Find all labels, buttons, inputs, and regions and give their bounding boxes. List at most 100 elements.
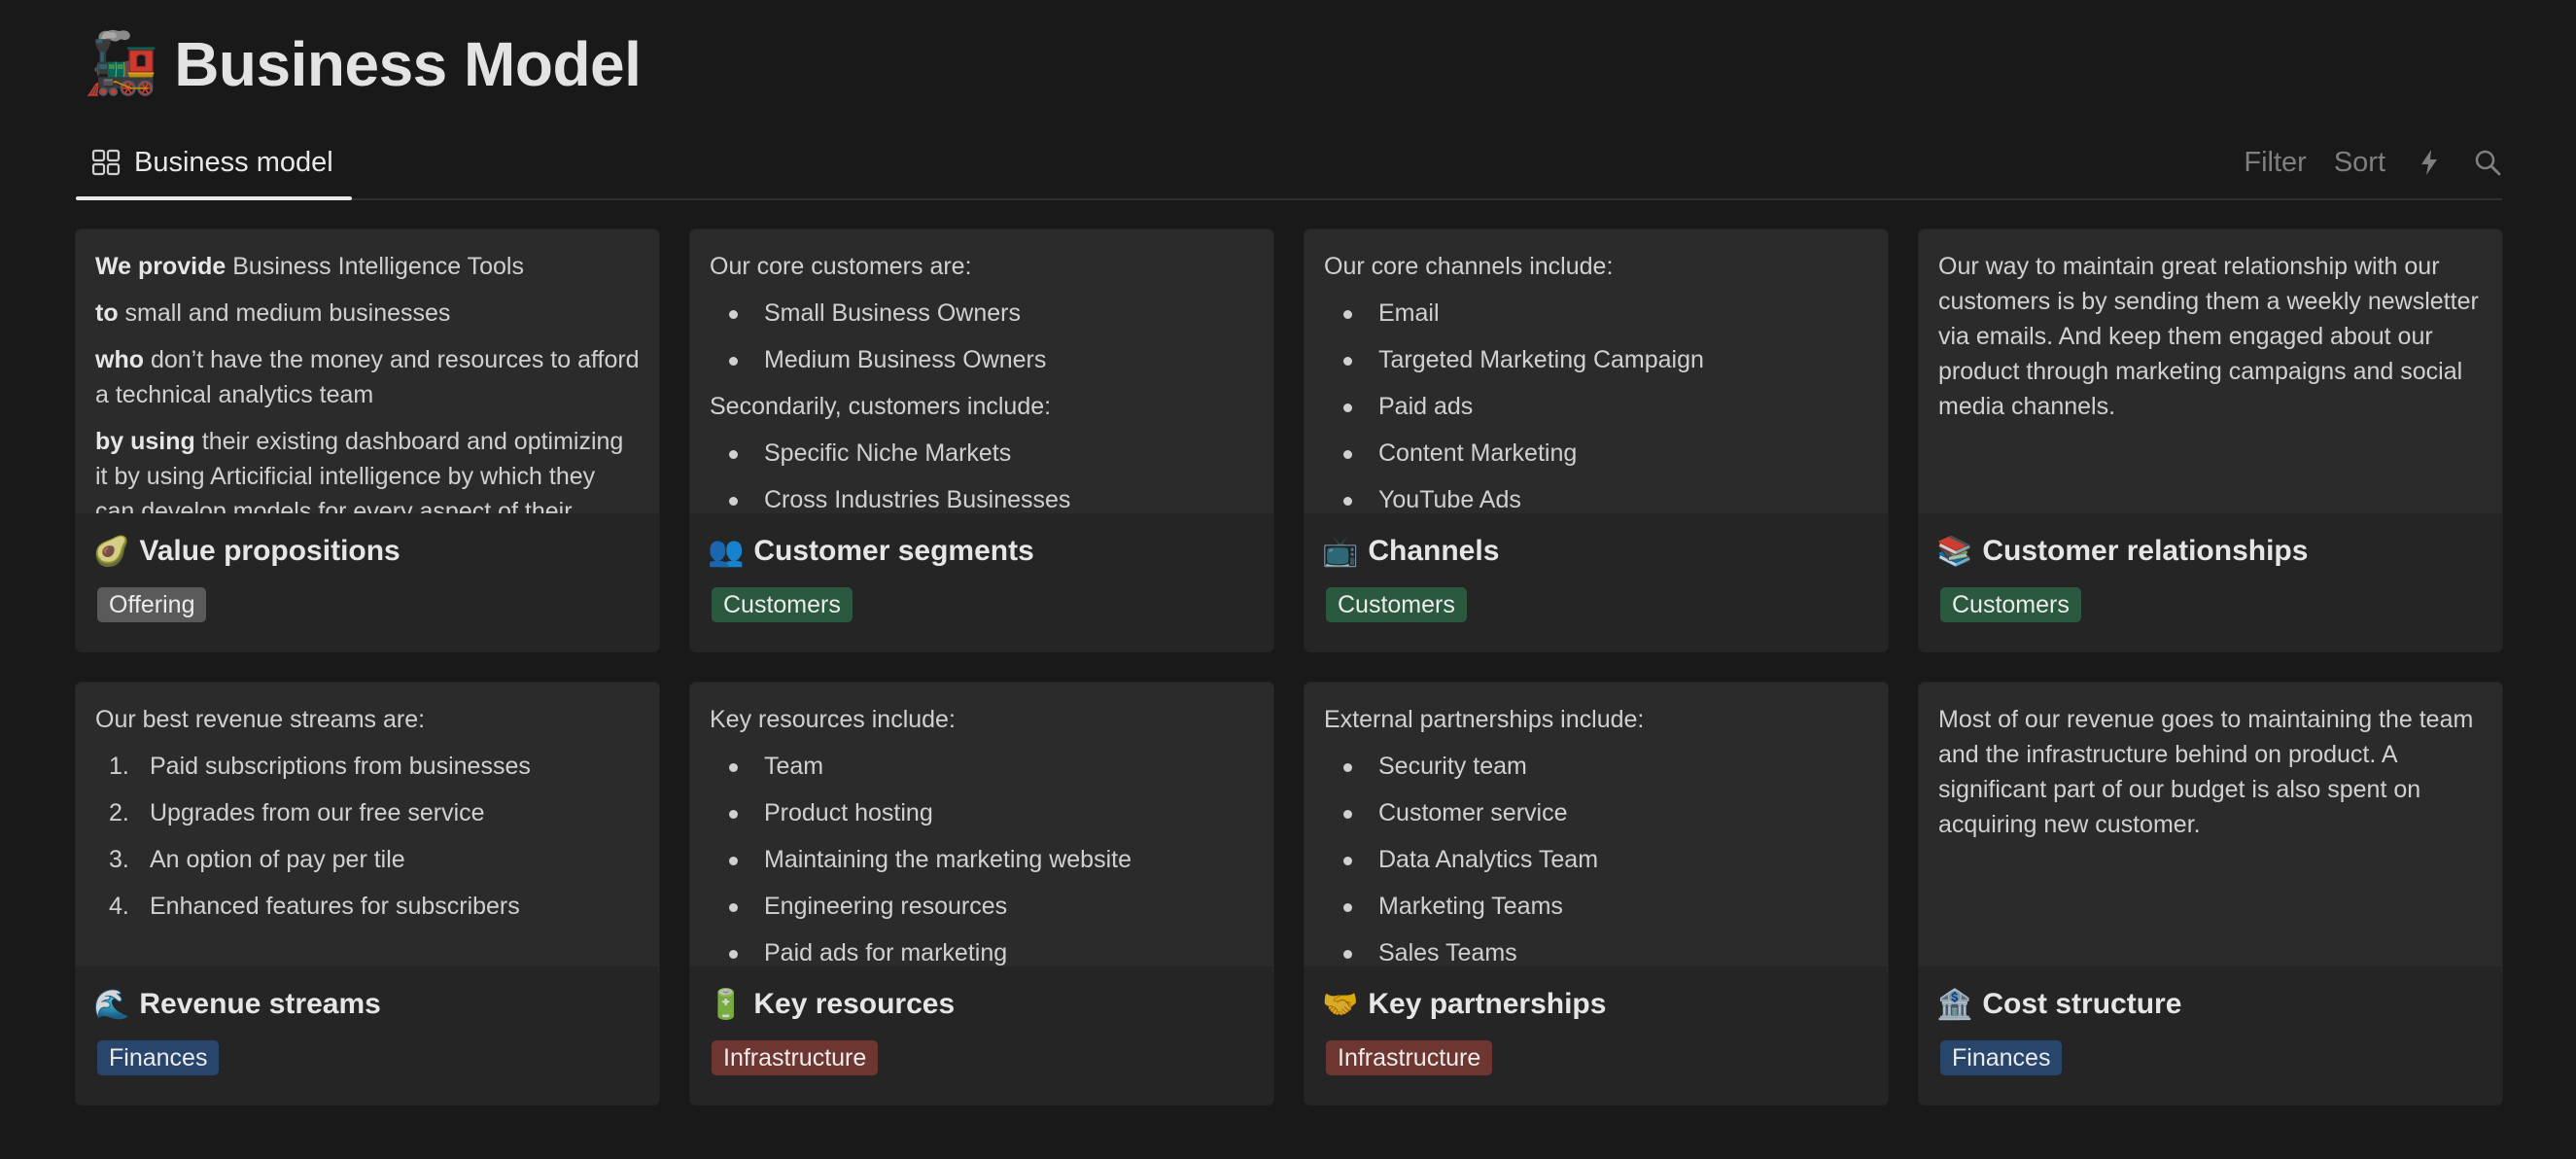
notion-page: 🚂 Business Model Business model Filter S… <box>0 0 2576 1159</box>
preview-intro: Key resources include: <box>710 706 956 733</box>
television-icon: 📺 <box>1322 535 1359 568</box>
filter-button[interactable]: Filter <box>2244 147 2306 179</box>
tab-business-model[interactable]: Business model <box>76 128 349 196</box>
sort-button[interactable]: Sort <box>2334 147 2385 179</box>
tag-customers: Customers <box>1326 587 1467 622</box>
lightning-icon[interactable] <box>2415 148 2444 177</box>
tag-infrastructure: Infrastructure <box>712 1040 879 1075</box>
list-item: 1. Paid subscriptions from businesses <box>95 749 640 784</box>
bullet-list: Security team Customer service Data Anal… <box>1324 749 1868 966</box>
card-customer-relationships[interactable]: Our way to maintain great relationship w… <box>1919 229 2502 651</box>
list-item: Data Analytics Team <box>1324 842 1868 877</box>
bold-text: by using <box>95 428 195 455</box>
list-item: Customer service <box>1324 795 1868 830</box>
card-preview: Most of our revenue goes to maintaining … <box>1919 683 2502 966</box>
list-item: Product hosting <box>710 795 1254 830</box>
card-name: Channels <box>1368 535 1500 567</box>
preview-text: Most of our revenue goes to maintaining … <box>1938 706 2474 838</box>
preview-line: who don’t have the money and resources t… <box>95 342 640 412</box>
view-bar: Business model Filter Sort <box>76 128 2502 200</box>
card-preview: We provide Business Intelligence Tools t… <box>76 229 659 513</box>
battery-icon: 🔋 <box>708 988 745 1021</box>
list-item: Targeted Marketing Campaign <box>1324 342 1868 377</box>
card-channels[interactable]: Our core channels include: Email Targete… <box>1305 229 1888 651</box>
books-icon: 📚 <box>1936 535 1973 568</box>
card-title: 🏦 Cost structure <box>1919 966 2502 1029</box>
list-item: Engineering resources <box>710 889 1254 924</box>
list-item: YouTube Ads <box>1324 482 1868 513</box>
preview-line: by using their existing dashboard and op… <box>95 424 640 513</box>
list-item: Marketing Teams <box>1324 889 1868 924</box>
card-name: Customer relationships <box>1982 535 2309 567</box>
bank-icon: 🏦 <box>1936 988 1973 1021</box>
preview-intro: Our best revenue streams are: <box>95 706 426 733</box>
card-name: Key resources <box>753 988 956 1020</box>
list-item: Security team <box>1324 749 1868 784</box>
text: small and medium businesses <box>118 299 451 327</box>
card-preview: Our core channels include: Email Targete… <box>1305 229 1888 513</box>
list-item: 2. Upgrades from our free service <box>95 795 640 830</box>
tag-customers: Customers <box>1940 587 2081 622</box>
tag-infrastructure: Infrastructure <box>1326 1040 1493 1075</box>
list-number: 1. <box>109 753 129 780</box>
page-title[interactable]: Business Model <box>174 28 642 100</box>
search-icon[interactable] <box>2473 148 2502 177</box>
list-item: 4. Enhanced features for subscribers <box>95 889 640 924</box>
list-text: An option of pay per tile <box>150 846 405 873</box>
people-icon: 👥 <box>708 535 745 568</box>
train-icon[interactable]: 🚂 <box>84 34 158 94</box>
list-text: Upgrades from our free service <box>150 799 485 826</box>
card-name: Customer segments <box>753 535 1034 567</box>
card-title: 🔋 Key resources <box>690 966 1273 1029</box>
bullet-list: Specific Niche Markets Cross Industries … <box>710 436 1254 513</box>
list-text: Paid subscriptions from businesses <box>150 753 531 780</box>
bold-text: who <box>95 346 144 373</box>
card-cost-structure[interactable]: Most of our revenue goes to maintaining … <box>1919 683 2502 1105</box>
card-name: Key partnerships <box>1368 988 1607 1020</box>
list-item: Paid ads for marketing <box>710 935 1254 966</box>
card-title: 📺 Channels <box>1305 513 1888 576</box>
card-value-propositions[interactable]: We provide Business Intelligence Tools t… <box>76 229 659 651</box>
bullet-list: Email Targeted Marketing Campaign Paid a… <box>1324 296 1868 513</box>
tab-label: Business model <box>134 146 333 178</box>
list-item: 3. An option of pay per tile <box>95 842 640 877</box>
card-revenue-streams[interactable]: Our best revenue streams are: 1. Paid sub… <box>76 683 659 1105</box>
bold-text: We provide <box>95 253 226 280</box>
card-name: Value propositions <box>139 535 400 567</box>
tag-offering: Offering <box>97 587 207 622</box>
preview-line: We provide Business Intelligence Tools <box>95 249 640 284</box>
card-title: 🌊 Revenue streams <box>76 966 659 1029</box>
bold-text: to <box>95 299 119 327</box>
list-item: Small Business Owners <box>710 296 1254 331</box>
bullet-list: Small Business Owners Medium Business Ow… <box>710 296 1254 377</box>
list-item: Paid ads <box>1324 389 1868 424</box>
list-number: 3. <box>109 846 129 873</box>
preview-intro: Secondarily, customers include: <box>710 393 1052 420</box>
preview-intro: External partnerships include: <box>1324 706 1645 733</box>
card-preview: Our best revenue streams are: 1. Paid sub… <box>76 683 659 966</box>
tag-finances: Finances <box>97 1040 220 1075</box>
page-header: 🚂 Business Model <box>84 21 642 107</box>
list-number: 2. <box>109 799 129 826</box>
card-customer-segments[interactable]: Our core customers are: Small Business O… <box>690 229 1273 651</box>
list-item: Email <box>1324 296 1868 331</box>
text: don’t have the money and resources to af… <box>95 346 640 408</box>
preview-line: to small and medium businesses <box>95 296 640 331</box>
preview-intro: Our core customers are: <box>710 253 972 280</box>
card-preview: Key resources include: Team Product host… <box>690 683 1273 966</box>
list-text: Enhanced features for subscribers <box>150 893 520 920</box>
view-tools: Filter Sort <box>2216 128 2502 196</box>
card-key-resources[interactable]: Key resources include: Team Product host… <box>690 683 1273 1105</box>
list-number: 4. <box>109 893 129 920</box>
card-title: 🤝 Key partnerships <box>1305 966 1888 1029</box>
list-item: Team <box>710 749 1254 784</box>
handshake-icon: 🤝 <box>1322 988 1359 1021</box>
bullet-list: Team Product hosting Maintaining the mar… <box>710 749 1254 966</box>
list-item: Cross Industries Businesses <box>710 482 1254 513</box>
list-item: Maintaining the marketing website <box>710 842 1254 877</box>
card-preview: Our core customers are: Small Business O… <box>690 229 1273 513</box>
numbered-list: 1. Paid subscriptions from businesses 2. U… <box>95 749 640 924</box>
card-key-partnerships[interactable]: External partnerships include: Security … <box>1305 683 1888 1105</box>
text: Business Intelligence Tools <box>226 253 524 280</box>
tag-finances: Finances <box>1940 1040 2063 1075</box>
